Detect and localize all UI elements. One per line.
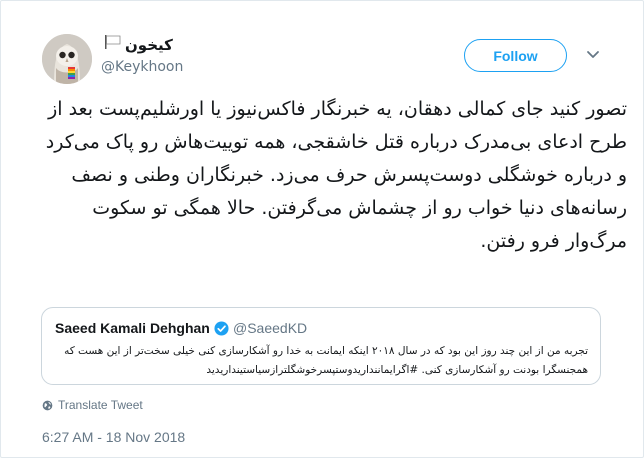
display-name[interactable]: کیخون bbox=[125, 36, 173, 54]
avatar[interactable] bbox=[42, 34, 92, 84]
white-flag-icon bbox=[105, 35, 121, 49]
tweet-card: کیخون @Keykhoon Follow تصور کنید جای کما… bbox=[0, 0, 644, 458]
follow-button[interactable]: Follow bbox=[464, 39, 567, 72]
quoted-text: تجربه من از این چند روز این بود که در سا… bbox=[64, 345, 588, 376]
quoted-tweet[interactable]: Saeed Kamali Dehghan @SaeedKD تجربه من ا… bbox=[41, 307, 601, 385]
chevron-down-icon[interactable] bbox=[585, 49, 601, 61]
quoted-author-name: Saeed Kamali Dehghan bbox=[55, 320, 210, 336]
quoted-username: @SaeedKD bbox=[233, 320, 308, 336]
timestamp[interactable]: 6:27 AM - 18 Nov 2018 bbox=[42, 429, 185, 445]
username[interactable]: @Keykhoon bbox=[101, 59, 183, 75]
tweet-text: تصور کنید جای کمالی دهقان، یه خبرنگار فا… bbox=[39, 98, 627, 252]
translate-tweet-link[interactable]: Translate Tweet bbox=[42, 398, 143, 412]
owl-avatar-image bbox=[42, 34, 92, 84]
globe-icon bbox=[42, 400, 53, 410]
verified-badge-icon bbox=[214, 321, 229, 336]
translate-label: Translate Tweet bbox=[58, 398, 143, 412]
